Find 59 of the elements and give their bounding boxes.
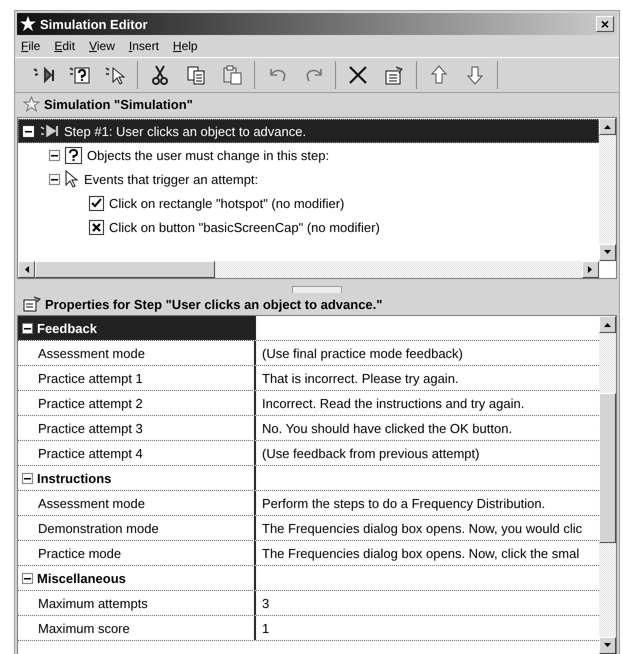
property-value[interactable]: The Frequencies dialog box opens. Now, click the smal — [256, 541, 599, 565]
vertical-scrollbar[interactable] — [599, 316, 616, 654]
star-icon — [23, 96, 40, 112]
close-button[interactable]: × — [596, 16, 614, 32]
tree-item[interactable]: Objects the user must change in this step: — [18, 143, 599, 167]
properties-icon — [23, 296, 41, 312]
scroll-left-icon[interactable] — [23, 266, 30, 273]
menu-item[interactable]: File — [21, 39, 40, 53]
property-name: Demonstration mode — [18, 516, 256, 540]
property-value[interactable]: No. You should have clicked the OK button. — [256, 416, 599, 440]
property-name: Assessment mode — [18, 341, 256, 365]
window-title: Simulation Editor — [40, 16, 149, 32]
property-value[interactable]: (Use feedback from previous attempt) — [256, 441, 599, 465]
category-label: Feedback — [37, 320, 97, 336]
pointer-icon — [65, 170, 79, 188]
property-value[interactable]: That is incorrect. Please try again. — [256, 366, 599, 390]
scroll-up-icon[interactable] — [604, 123, 611, 130]
splitter-handle[interactable] — [292, 286, 342, 293]
property-name: Practice attempt 3 — [18, 416, 256, 440]
property-value[interactable]: Incorrect. Read the instructions and try again. — [256, 391, 599, 415]
property-name: Maximum score — [18, 616, 256, 640]
star-icon — [20, 16, 36, 32]
horizontal-scrollbar[interactable] — [18, 261, 599, 278]
vertical-scrollbar[interactable] — [599, 118, 616, 261]
scroll-down-icon[interactable] — [604, 642, 611, 649]
collapse-icon[interactable] — [22, 472, 33, 484]
tree-item[interactable]: Click on button "basicScreenCap" (no modifier) — [18, 215, 599, 239]
property-value[interactable]: Perform the steps to do a Frequency Distribution. — [256, 491, 599, 515]
collapse-icon[interactable] — [49, 150, 60, 160]
property-name: Maximum attempts — [18, 591, 256, 615]
category-label: Instructions — [37, 470, 112, 486]
scroll-down-icon[interactable] — [604, 249, 611, 256]
panel-title: Properties for Step "User clicks an object to advance." — [45, 296, 382, 312]
property-name: Practice attempt 2 — [18, 391, 256, 415]
tree-item[interactable]: Step #1: User clicks an object to advance. — [18, 119, 599, 143]
property-value[interactable]: 1 — [256, 616, 599, 640]
panel-title: Simulation "Simulation" — [44, 96, 193, 112]
step-arrow-icon — [39, 124, 59, 138]
collapse-icon[interactable] — [22, 322, 33, 334]
category-label: Miscellaneous — [37, 570, 126, 586]
cross-icon — [89, 220, 104, 234]
property-value[interactable]: The Frequencies dialog box opens. Now, you would clic — [256, 516, 599, 540]
property-value[interactable]: (Use final practice mode feedback) — [256, 341, 599, 365]
scroll-up-icon[interactable] — [604, 321, 611, 328]
checkmark-icon — [89, 196, 104, 210]
category-header[interactable]: Feedback — [18, 316, 256, 340]
tree-item[interactable]: Events that trigger an attempt: — [18, 167, 599, 191]
property-name: Assessment mode — [18, 491, 256, 515]
menu-item[interactable]: Insert — [128, 39, 159, 53]
menu-item[interactable]: Edit — [54, 39, 76, 53]
scroll-right-icon[interactable] — [587, 266, 594, 273]
property-value[interactable]: 3 — [256, 591, 599, 615]
menu-item[interactable]: View — [89, 39, 115, 53]
question-mark-icon — [65, 146, 82, 164]
tree-item[interactable]: Click on rectangle "hotspot" (no modifier) — [18, 191, 599, 215]
collapse-icon[interactable] — [22, 572, 33, 584]
property-name: Practice attempt 1 — [18, 366, 256, 390]
menu-item[interactable]: Help — [172, 39, 198, 53]
collapse-icon[interactable] — [49, 174, 60, 184]
